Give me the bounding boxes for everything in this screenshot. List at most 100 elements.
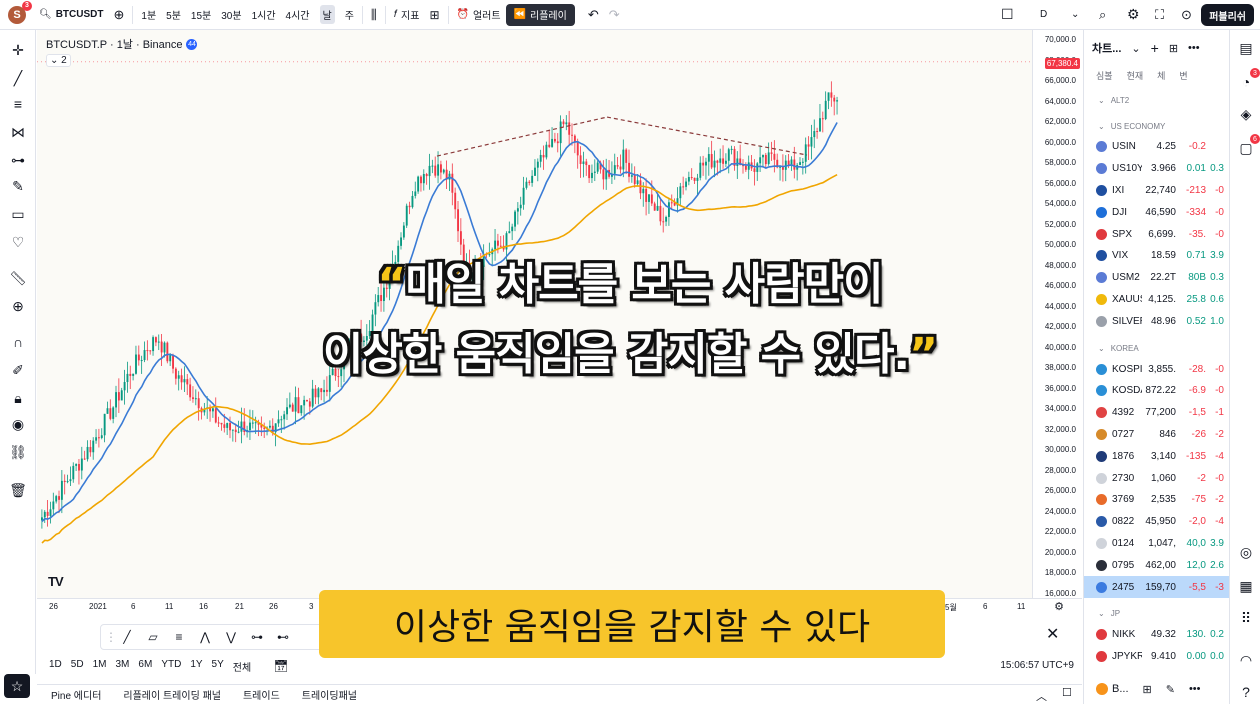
link-icon[interactable]: ⛓︎ xyxy=(8,442,28,462)
range-ytd[interactable]: YTD xyxy=(161,659,181,674)
lock-icon[interactable]: 🔒︎ xyxy=(8,388,28,408)
snapshot-button[interactable]: ⊙ xyxy=(1176,0,1197,30)
range-3m[interactable]: 3M xyxy=(116,659,130,674)
apps-icon[interactable]: ⠿ xyxy=(1236,608,1256,628)
watchlist-row[interactable]: 0727 846 -26 -2 xyxy=(1084,424,1229,446)
axis-settings-icon[interactable]: ⚙ xyxy=(1054,600,1064,613)
watchlist-row[interactable]: 4392 77,200 -1,5 -1 xyxy=(1084,402,1229,424)
close-icon[interactable]: ✕ xyxy=(1046,624,1059,644)
redo-button[interactable]: ↷ xyxy=(604,0,625,30)
watchlist-row[interactable]: SPX 6,699. -35. -0 xyxy=(1084,223,1229,245)
timeframe-4[interactable]: 1시간 xyxy=(247,0,281,30)
watchlist-icon[interactable]: ▤ xyxy=(1236,38,1256,58)
range-1d[interactable]: 1D xyxy=(49,659,62,674)
watchlist-section[interactable]: ⌄ ALT2 xyxy=(1084,90,1229,110)
range-6m[interactable]: 6M xyxy=(138,659,152,674)
target-icon[interactable]: ◎ xyxy=(1236,542,1256,562)
range-1y[interactable]: 1Y xyxy=(190,659,202,674)
pattern-icon[interactable]: ⋈ xyxy=(8,122,28,142)
compare-button[interactable]: ⊕ xyxy=(108,0,129,30)
timeframe-2[interactable]: 15분 xyxy=(186,0,216,30)
watchlist-section[interactable]: ⌄ JP xyxy=(1084,604,1229,624)
watchlist-row[interactable]: IXI 22,740 -213 -0 xyxy=(1084,180,1229,202)
grid-icon[interactable]: ⊞ xyxy=(1143,683,1152,696)
user-avatar[interactable]: S 3 xyxy=(8,0,32,24)
edit-icon[interactable]: ✎ xyxy=(1166,683,1175,696)
chart-legend[interactable]: BTCUSDT.P · 1날 · Binance 44 xyxy=(46,36,198,52)
watchlist-row[interactable]: KOSDA872.22 -6.9 -0 xyxy=(1084,380,1229,402)
layers-icon[interactable]: ◈ xyxy=(1236,104,1256,124)
column-header[interactable]: 변 xyxy=(1179,69,1187,82)
timeframe-6[interactable]: 날 xyxy=(315,0,340,30)
column-header[interactable]: 심볼 xyxy=(1096,69,1113,82)
bottom-tab[interactable]: 리플레이 트레이딩 패널 xyxy=(123,687,221,702)
watchlist-row[interactable]: 0795 462,00 12,0 2.6 xyxy=(1084,554,1229,576)
templates-button[interactable]: ⊞ xyxy=(424,0,444,30)
alerts-button[interactable]: ⏰ 얼러트 xyxy=(452,0,506,30)
trash-icon[interactable]: 🗑︎ xyxy=(8,480,28,500)
layout-dropdown[interactable]: ⌄ xyxy=(1066,0,1084,30)
watchlist-row[interactable]: NIKK 49.32 130. 0.2 xyxy=(1084,624,1229,646)
drag-handle-icon[interactable]: ⋮ xyxy=(105,630,117,644)
channel-tool-icon[interactable]: ▱ xyxy=(143,630,163,644)
add-symbol-icon[interactable]: + xyxy=(1151,40,1159,56)
text-note-icon[interactable]: ▭ xyxy=(8,204,28,224)
timeframe-0[interactable]: 1분 xyxy=(136,0,161,30)
crosshair-icon[interactable]: ✛ xyxy=(8,40,28,60)
advanced-view-icon[interactable]: ⊞ xyxy=(1169,42,1178,55)
xabcd-tool-icon[interactable]: ⋀ xyxy=(195,630,215,644)
calendar-icon[interactable]: 📅︎ xyxy=(273,659,288,673)
chat-icon[interactable]: ▢ 6 xyxy=(1236,134,1260,158)
forecast-icon[interactable]: ⊶ xyxy=(8,150,28,170)
clock[interactable]: 15:06:57 UTC+9 xyxy=(1000,660,1074,671)
watchlist-row[interactable]: 2730 1,060 -2 -0 xyxy=(1084,467,1229,489)
watchlist-section[interactable]: ⌄ US ECONOMY xyxy=(1084,116,1229,136)
range-5y[interactable]: 5Y xyxy=(212,659,224,674)
indicators-button[interactable]: 𝑓 지표 xyxy=(389,0,425,30)
calendar-icon[interactable]: ▦ xyxy=(1236,576,1256,596)
chart-area[interactable] xyxy=(37,30,1032,598)
chevron-up-icon[interactable]: ︿ xyxy=(1036,688,1047,704)
alerts-clock-icon[interactable]: ◔ 3 xyxy=(1236,68,1260,92)
help-icon[interactable]: ? xyxy=(1236,682,1256,702)
bottom-tab[interactable]: 트레이딩패널 xyxy=(302,687,357,702)
symbol-search[interactable]: 🔍︎ BTCUSDT xyxy=(34,0,108,30)
brush-icon[interactable]: ✎ xyxy=(8,176,28,196)
range-5d[interactable]: 5D xyxy=(71,659,84,674)
watchlist-row[interactable]: 0124 1,047, 40,0 3.9 xyxy=(1084,533,1229,555)
replay-button[interactable]: ⏪ 리플레이 xyxy=(505,3,575,26)
bottom-tab[interactable]: Pine 에디터 xyxy=(51,687,101,702)
watchlist-row[interactable]: US10Y 3.966 0.01 0.3 xyxy=(1084,158,1229,180)
column-header[interactable]: 현재 xyxy=(1127,69,1144,82)
layout-select[interactable]: D xyxy=(1035,0,1052,30)
timeframe-5[interactable]: 4시간 xyxy=(281,0,315,30)
settings-button[interactable]: ⚙ xyxy=(1122,0,1145,30)
chart-type-button[interactable]: ⫼ xyxy=(366,0,382,30)
watchlist-row[interactable]: USIN 4.25 -0.2 xyxy=(1084,136,1229,158)
more-icon[interactable]: ••• xyxy=(1188,42,1200,54)
quick-search-button[interactable]: ⌕ xyxy=(1094,0,1111,30)
range-전체[interactable]: 전체 xyxy=(233,659,251,674)
price-axis[interactable]: 70,000.068,000.066,000.064,000.062,000.0… xyxy=(1032,30,1082,598)
chevron-down-icon[interactable]: ⌄ xyxy=(1131,42,1140,55)
watchlist-title[interactable]: 차트... xyxy=(1092,40,1121,56)
maximize-icon[interactable]: ☐ xyxy=(1062,686,1072,699)
line-tool-icon[interactable]: ╱ xyxy=(117,630,137,644)
legend-collapse[interactable]: ⌄ 2 xyxy=(46,54,71,67)
watchlist-row[interactable]: 0822 45,950 -2,0 -4 xyxy=(1084,511,1229,533)
broadcast-icon[interactable]: ◠ xyxy=(1236,650,1256,670)
range2-tool-icon[interactable]: ⊷ xyxy=(273,630,293,644)
abcd-tool-icon[interactable]: ⋁ xyxy=(221,630,241,644)
timeframe-3[interactable]: 30분 xyxy=(216,0,246,30)
fullscreen-button[interactable]: ⛶ xyxy=(1150,0,1169,30)
timeframe-7[interactable]: 주 xyxy=(340,0,359,30)
watchlist-row[interactable]: 1876 3,140 -135 -4 xyxy=(1084,445,1229,467)
watchlist-row[interactable]: DJI 46,590 -334 -0 xyxy=(1084,201,1229,223)
column-header[interactable]: 체 xyxy=(1157,69,1165,82)
range-1m[interactable]: 1M xyxy=(93,659,107,674)
watchlist-row[interactable]: JPYKR 9.410 0.00 0.0 xyxy=(1084,646,1229,668)
more-icon[interactable]: ••• xyxy=(1189,683,1201,695)
fib-icon[interactable]: ≡ xyxy=(8,94,28,114)
undo-button[interactable]: ↶ xyxy=(583,0,604,30)
eye-icon[interactable]: ◉ xyxy=(8,414,28,434)
